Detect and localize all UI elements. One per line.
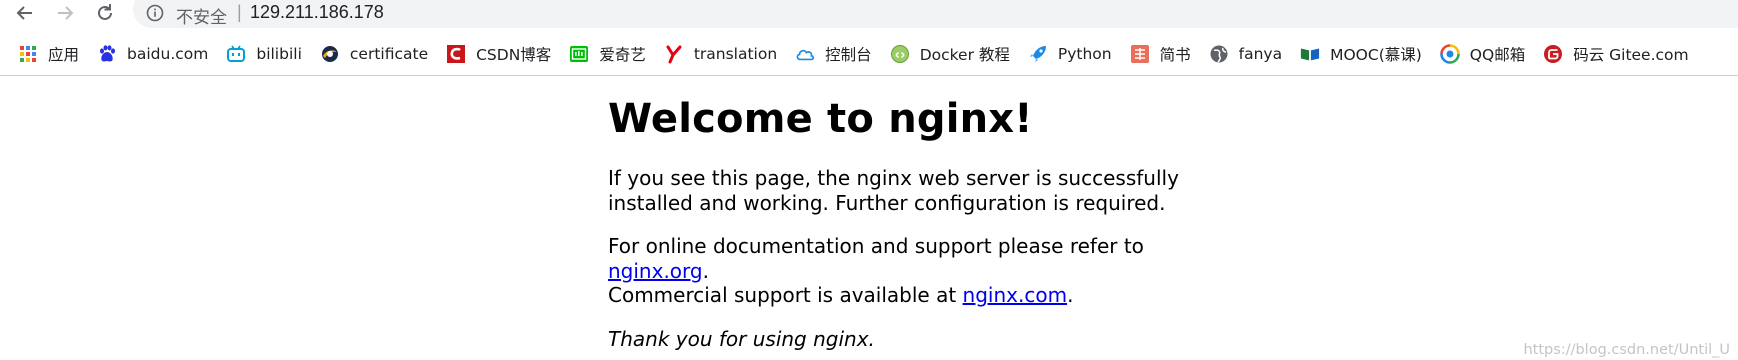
mooc-book-icon [1300, 44, 1320, 64]
jianshu-icon [1130, 44, 1150, 64]
bookmark-label: 简书 [1159, 46, 1191, 64]
bookmark-fanya[interactable]: fanya [1205, 39, 1290, 69]
globe-icon [1209, 44, 1229, 64]
url-text[interactable]: 129.211.186.178 [250, 2, 384, 23]
bookmark-label: 码云 Gitee.com [1573, 46, 1689, 64]
nginx-org-link[interactable]: nginx.org [608, 259, 703, 283]
bookmark-label: baidu.com [127, 45, 209, 63]
browser-toolbar: 不安全 | 129.211.186.178 [0, 0, 1738, 28]
bookmark-apps[interactable]: 应用 [14, 39, 87, 69]
nginx-com-link[interactable]: nginx.com [963, 283, 1068, 307]
commercial-text: Commercial support is available at [608, 283, 963, 307]
info-icon[interactable] [144, 2, 166, 24]
bookmark-label: 爱奇艺 [599, 46, 646, 64]
reload-icon [98, 4, 112, 20]
bookmark-bilibili[interactable]: bilibili [222, 39, 310, 69]
bookmark-label: certificate [349, 45, 429, 63]
apps-grid-icon [18, 44, 38, 64]
bookmark-console[interactable]: 控制台 [791, 39, 880, 69]
gitee-icon [1543, 44, 1563, 64]
bookmark-jianshu[interactable]: 简书 [1126, 39, 1199, 69]
toolbar-divider [0, 75, 1738, 76]
bookmark-label: 控制台 [825, 46, 872, 64]
thanks-paragraph: Thank you for using nginx. [608, 327, 1248, 352]
rocket-icon [1028, 44, 1048, 64]
bookmark-label: fanya [1238, 45, 1283, 63]
forward-button[interactable] [50, 0, 80, 26]
watermark: https://blog.csdn.net/Until_U [1523, 342, 1730, 358]
bookmark-label: Python [1057, 45, 1112, 63]
thanks-text: Thank you for using nginx. [608, 326, 875, 351]
bookmark-gitee[interactable]: 码云 Gitee.com [1539, 39, 1696, 69]
bookmark-python[interactable]: Python [1024, 39, 1120, 69]
cloud-icon [795, 44, 815, 64]
page-content: Welcome to nginx! If you see this page, … [608, 96, 1248, 360]
bookmark-csdn[interactable]: CSDN博客 [442, 39, 559, 69]
bookmark-certificate[interactable]: certificate [316, 39, 436, 69]
bookmark-translation[interactable]: translation [660, 39, 785, 69]
commercial-period: . [1067, 283, 1074, 307]
arrow-right-icon [58, 6, 74, 20]
baidu-paw-icon [97, 44, 117, 64]
bookmark-label: translation [693, 45, 778, 63]
support-paragraph: For online documentation and support ple… [608, 234, 1248, 308]
reload-button[interactable] [90, 0, 120, 26]
back-button[interactable] [10, 0, 40, 26]
security-label[interactable]: 不安全 [176, 3, 227, 28]
intro-paragraph: If you see this page, the nginx web serv… [608, 166, 1179, 215]
arrow-left-icon [16, 6, 32, 20]
bookmark-label: MOOC(慕课) [1330, 46, 1422, 64]
bookmark-qqmail[interactable]: QQ邮箱 [1436, 39, 1533, 69]
iqiyi-icon [569, 44, 589, 64]
qqmail-icon [1439, 44, 1460, 64]
certificate-swirl-icon [320, 44, 340, 64]
page-title: Welcome to nginx! [608, 96, 1033, 142]
bookmark-mooc[interactable]: MOOC(慕课) [1296, 39, 1430, 69]
youdao-y-icon [664, 44, 684, 64]
bookmark-label: 应用 [48, 46, 80, 64]
bookmark-label: CSDN博客 [476, 46, 552, 64]
docker-icon [890, 44, 910, 64]
bookmark-label: Docker 教程 [919, 46, 1010, 64]
support-period: . [702, 258, 709, 283]
bookmark-iqiyi[interactable]: 爱奇艺 [565, 39, 654, 69]
support-text: For online documentation and support ple… [608, 234, 1144, 258]
bookmarks-bar: 应用 baidu.com bilibili certificate CSDN博客… [0, 34, 1738, 74]
bookmark-baidu[interactable]: baidu.com [93, 39, 216, 69]
url-separator: | [237, 2, 242, 22]
bookmark-docker[interactable]: Docker 教程 [886, 39, 1018, 69]
bilibili-tv-icon [226, 44, 246, 64]
bookmark-label: QQ邮箱 [1469, 46, 1526, 64]
csdn-c-icon [446, 44, 466, 64]
bookmark-label: bilibili [256, 45, 302, 63]
